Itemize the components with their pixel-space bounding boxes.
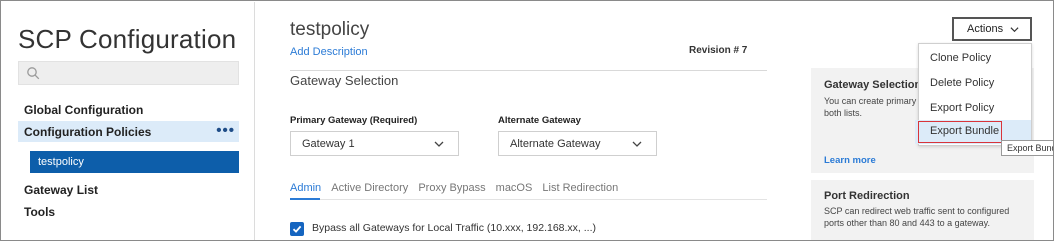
help-title: Gateway Selection xyxy=(824,79,922,91)
primary-gateway-select[interactable]: Gateway 1 xyxy=(290,131,459,156)
app-window: SCP Configuration Global Configuration C… xyxy=(0,0,1054,241)
tab-active-directory[interactable]: Active Directory xyxy=(331,182,408,194)
tab-list-redirection[interactable]: List Redirection xyxy=(542,182,618,194)
more-options-icon[interactable]: ••• xyxy=(216,122,235,139)
alternate-gateway-select[interactable]: Alternate Gateway xyxy=(498,131,657,156)
search-icon xyxy=(27,67,40,80)
select-value: Gateway 1 xyxy=(302,138,355,150)
tooltip: Export Bundle xyxy=(1001,140,1053,156)
menu-item-export-policy[interactable]: Export Policy xyxy=(930,102,994,114)
chevron-down-icon xyxy=(434,141,444,147)
add-description-link[interactable]: Add Description xyxy=(290,46,368,58)
tab-proxy-bypass[interactable]: Proxy Bypass xyxy=(418,182,485,194)
tab-bar: Admin Active Directory Proxy Bypass macO… xyxy=(290,182,625,200)
primary-gateway-label: Primary Gateway (Required) xyxy=(290,115,418,126)
sidebar-item-label: testpolicy xyxy=(38,156,84,168)
help-text: SCP can redirect web traffic sent to con… xyxy=(824,206,1010,228)
bypass-local-traffic-checkbox[interactable] xyxy=(290,222,304,236)
tab-macos[interactable]: macOS xyxy=(496,182,533,194)
actions-button-label: Actions xyxy=(967,23,1004,35)
checkmark-icon xyxy=(292,225,302,233)
sidebar: SCP Configuration Global Configuration C… xyxy=(2,2,255,240)
active-tab-indicator xyxy=(290,198,320,200)
alternate-gateway-label: Alternate Gateway xyxy=(498,115,581,126)
tab-divider xyxy=(290,199,767,200)
port-redirection-help-panel: Port Redirection SCP can redirect web tr… xyxy=(811,180,1034,240)
app-title: SCP Configuration xyxy=(18,24,237,54)
chevron-down-icon xyxy=(1010,27,1019,33)
divider xyxy=(290,70,767,71)
sidebar-item-global-configuration[interactable]: Global Configuration xyxy=(24,103,143,117)
sidebar-item-configuration-policies[interactable]: Configuration Policies ••• xyxy=(18,121,239,142)
menu-item-clone-policy[interactable]: Clone Policy xyxy=(930,52,991,64)
select-value: Alternate Gateway xyxy=(510,138,601,150)
menu-item-delete-policy[interactable]: Delete Policy xyxy=(930,77,994,89)
section-title: Gateway Selection xyxy=(290,73,399,88)
tab-admin[interactable]: Admin xyxy=(290,182,321,194)
sidebar-item-testpolicy[interactable]: testpolicy xyxy=(30,151,239,173)
page-title: testpolicy xyxy=(290,19,370,40)
bypass-local-traffic-label: Bypass all Gateways for Local Traffic (1… xyxy=(312,222,597,234)
sidebar-item-label: Configuration Policies xyxy=(24,125,152,139)
help-title: Port Redirection xyxy=(824,190,910,202)
sidebar-item-tools[interactable]: Tools xyxy=(24,205,55,219)
actions-button[interactable]: Actions xyxy=(952,17,1032,41)
search-input[interactable] xyxy=(18,61,239,85)
main-content: testpolicy Add Description Revision # 7 … xyxy=(256,2,796,240)
learn-more-link[interactable]: Learn more xyxy=(824,155,876,166)
sidebar-item-gateway-list[interactable]: Gateway List xyxy=(24,183,98,197)
revision-label: Revision # 7 xyxy=(689,45,748,56)
menu-item-label: Export Bundle xyxy=(930,125,1000,137)
chevron-down-icon xyxy=(632,141,642,147)
actions-menu: Clone Policy Delete Policy Export Policy… xyxy=(915,43,1032,146)
